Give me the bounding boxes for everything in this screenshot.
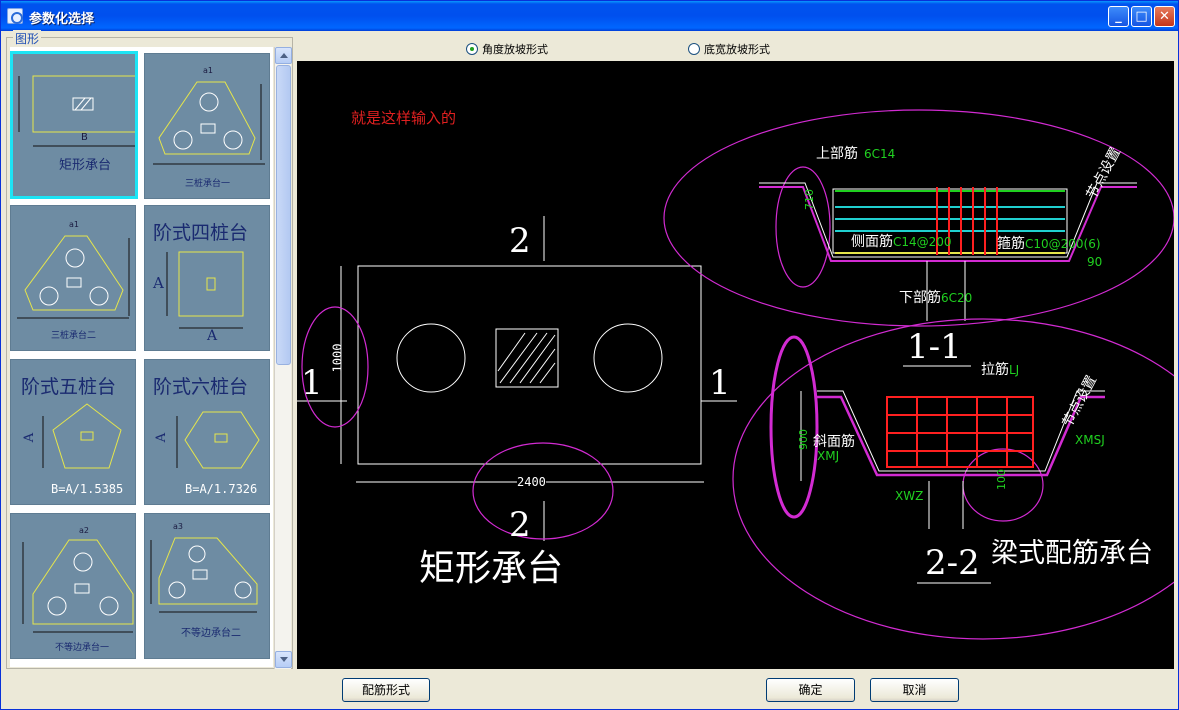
unequal-1-graphic bbox=[22, 539, 134, 633]
thumb-rect-cap[interactable]: B 矩形承台 bbox=[10, 51, 138, 199]
window-title: 参数化选择 bbox=[29, 12, 95, 27]
thumb-three-pile-cap-2[interactable]: a1 三桩承台二 bbox=[10, 205, 136, 351]
scroll-thumb[interactable] bbox=[276, 65, 291, 365]
app-icon bbox=[7, 8, 23, 24]
thumb-caption: 不等边承台一 bbox=[55, 643, 110, 653]
radio-dot bbox=[688, 43, 700, 55]
formula: B=A/1.5385 bbox=[51, 482, 124, 496]
top-bar-label: 上部筋 6C14 bbox=[816, 146, 896, 162]
beam-cap-title: 梁式配筋承台 bbox=[991, 538, 1153, 569]
chevron-up-icon bbox=[280, 53, 288, 58]
highlight-ellipse-900 bbox=[769, 335, 819, 519]
thumb-caption: 三桩承台一 bbox=[185, 179, 231, 189]
gallery-scrollbar[interactable] bbox=[274, 47, 292, 669]
note-text: 就是这样输入的 bbox=[351, 109, 457, 127]
minimize-icon: _ bbox=[1115, 9, 1122, 24]
dim-710: 710 bbox=[803, 189, 816, 210]
highlight-ellipse-section22 bbox=[732, 318, 1174, 640]
radio-dot bbox=[466, 43, 478, 55]
xwz-label: XWZ bbox=[895, 489, 924, 503]
radio-label: 底宽放坡形式 bbox=[704, 43, 770, 56]
dim-100: 100 bbox=[995, 469, 1008, 490]
parametric-select-window: 参数化选择 _ □ ✕ 图形 B 矩形承台 a1 三桩承台一 a1 三桩承台二 … bbox=[0, 0, 1179, 710]
rect-cap-graphic bbox=[18, 75, 135, 147]
radio-width-slope[interactable]: 底宽放坡形式 bbox=[688, 41, 770, 57]
minimize-button[interactable]: _ bbox=[1108, 6, 1129, 27]
shape-gallery: B 矩形承台 a1 三桩承台一 a1 三桩承台二 阶式四桩台 A A 阶式五桩台… bbox=[10, 47, 273, 667]
radio-angle-slope[interactable]: 角度放坡形式 bbox=[466, 41, 548, 57]
thumb-unequal-cap-2[interactable]: a3 不等边承台二 bbox=[144, 513, 270, 659]
chevron-down-icon bbox=[280, 657, 288, 662]
thumb-stepped-six-pile[interactable]: 阶式六桩台 A B=A/1.7326 bbox=[144, 359, 270, 505]
section-11-label: 1-1 bbox=[907, 327, 962, 367]
thumb-three-pile-cap-1[interactable]: a1 三桩承台一 bbox=[144, 53, 270, 199]
tie-bar-label: 拉筋LJ bbox=[981, 362, 1020, 378]
rect-dim-b: B bbox=[81, 132, 88, 143]
dim-900: 900 bbox=[797, 429, 810, 450]
thumb-stepped-five-pile[interactable]: 阶式五桩台 A B=A/1.5385 bbox=[10, 359, 136, 505]
dim-height: 1000 bbox=[330, 343, 345, 373]
thumb-caption: 矩形承台 bbox=[59, 158, 112, 173]
formula: B=A/1.7326 bbox=[185, 482, 258, 496]
rebar-form-button[interactable]: 配筋形式 bbox=[342, 678, 430, 702]
slope-bar-label: 斜面筋 bbox=[813, 434, 855, 450]
thumb-caption: 三桩承台二 bbox=[51, 331, 97, 341]
stirrup-label: 箍筋C10@200(6) bbox=[997, 236, 1101, 252]
bottom-bar-label: 下部筋6C20 bbox=[899, 290, 973, 306]
xmsj-label: XMSJ bbox=[1075, 433, 1105, 447]
section-mark-1-right: 1 bbox=[709, 363, 731, 403]
plan-outline bbox=[357, 265, 702, 465]
radio-label: 角度放坡形式 bbox=[482, 43, 548, 56]
dim-a1: a1 bbox=[69, 220, 79, 229]
section-22-label: 2-2 bbox=[925, 543, 980, 583]
pile-circle-left bbox=[396, 323, 466, 393]
maximize-icon: □ bbox=[1135, 9, 1148, 24]
dim-width: 2400 bbox=[517, 475, 546, 489]
dim-a: A bbox=[154, 432, 170, 443]
dim-a: A bbox=[22, 432, 38, 443]
slope-bar-value: XMJ bbox=[817, 449, 840, 463]
cancel-button[interactable]: 取消 bbox=[870, 678, 959, 702]
dim-a3: a3 bbox=[173, 522, 183, 531]
thumb-unequal-cap-1[interactable]: a2 不等边承台一 bbox=[10, 513, 136, 659]
shape-group-label: 图形 bbox=[13, 30, 42, 47]
close-icon: ✕ bbox=[1159, 9, 1170, 24]
title-bar[interactable]: 参数化选择 _ □ ✕ bbox=[1, 1, 1178, 31]
scroll-down-button[interactable] bbox=[275, 651, 292, 668]
preview-canvas: 就是这样输入的 矩形承台 2400 1000 1 1 2 2 上部筋 6C14 侧… bbox=[297, 61, 1174, 669]
side-bar-label: 侧面筋C14@200 bbox=[851, 234, 952, 250]
section-mark-1-left: 1 bbox=[301, 363, 323, 403]
ok-button[interactable]: 确定 bbox=[766, 678, 855, 702]
highlight-ellipse-width bbox=[472, 442, 614, 540]
angle-90: 90 bbox=[1087, 255, 1103, 269]
dim-a-left: A bbox=[153, 274, 164, 292]
dim-a-bottom: A bbox=[207, 328, 218, 344]
plan-title: 矩形承台 bbox=[419, 548, 564, 589]
pile-circle-right bbox=[593, 323, 663, 393]
thumb-stepped-four-pile[interactable]: 阶式四桩台 A A bbox=[144, 205, 270, 351]
thumb-caption: 不等边承台二 bbox=[181, 628, 241, 639]
close-button[interactable]: ✕ bbox=[1154, 6, 1175, 27]
slope-option-bar: 角度放坡形式 底宽放坡形式 bbox=[297, 33, 1174, 61]
dim-a2: a2 bbox=[79, 526, 89, 535]
dim-a1: a1 bbox=[203, 66, 213, 75]
section-mark-2-bottom: 2 bbox=[509, 505, 531, 545]
section-mark-2-top: 2 bbox=[509, 221, 531, 261]
maximize-button[interactable]: □ bbox=[1131, 6, 1152, 27]
scroll-up-button[interactable] bbox=[275, 47, 292, 64]
